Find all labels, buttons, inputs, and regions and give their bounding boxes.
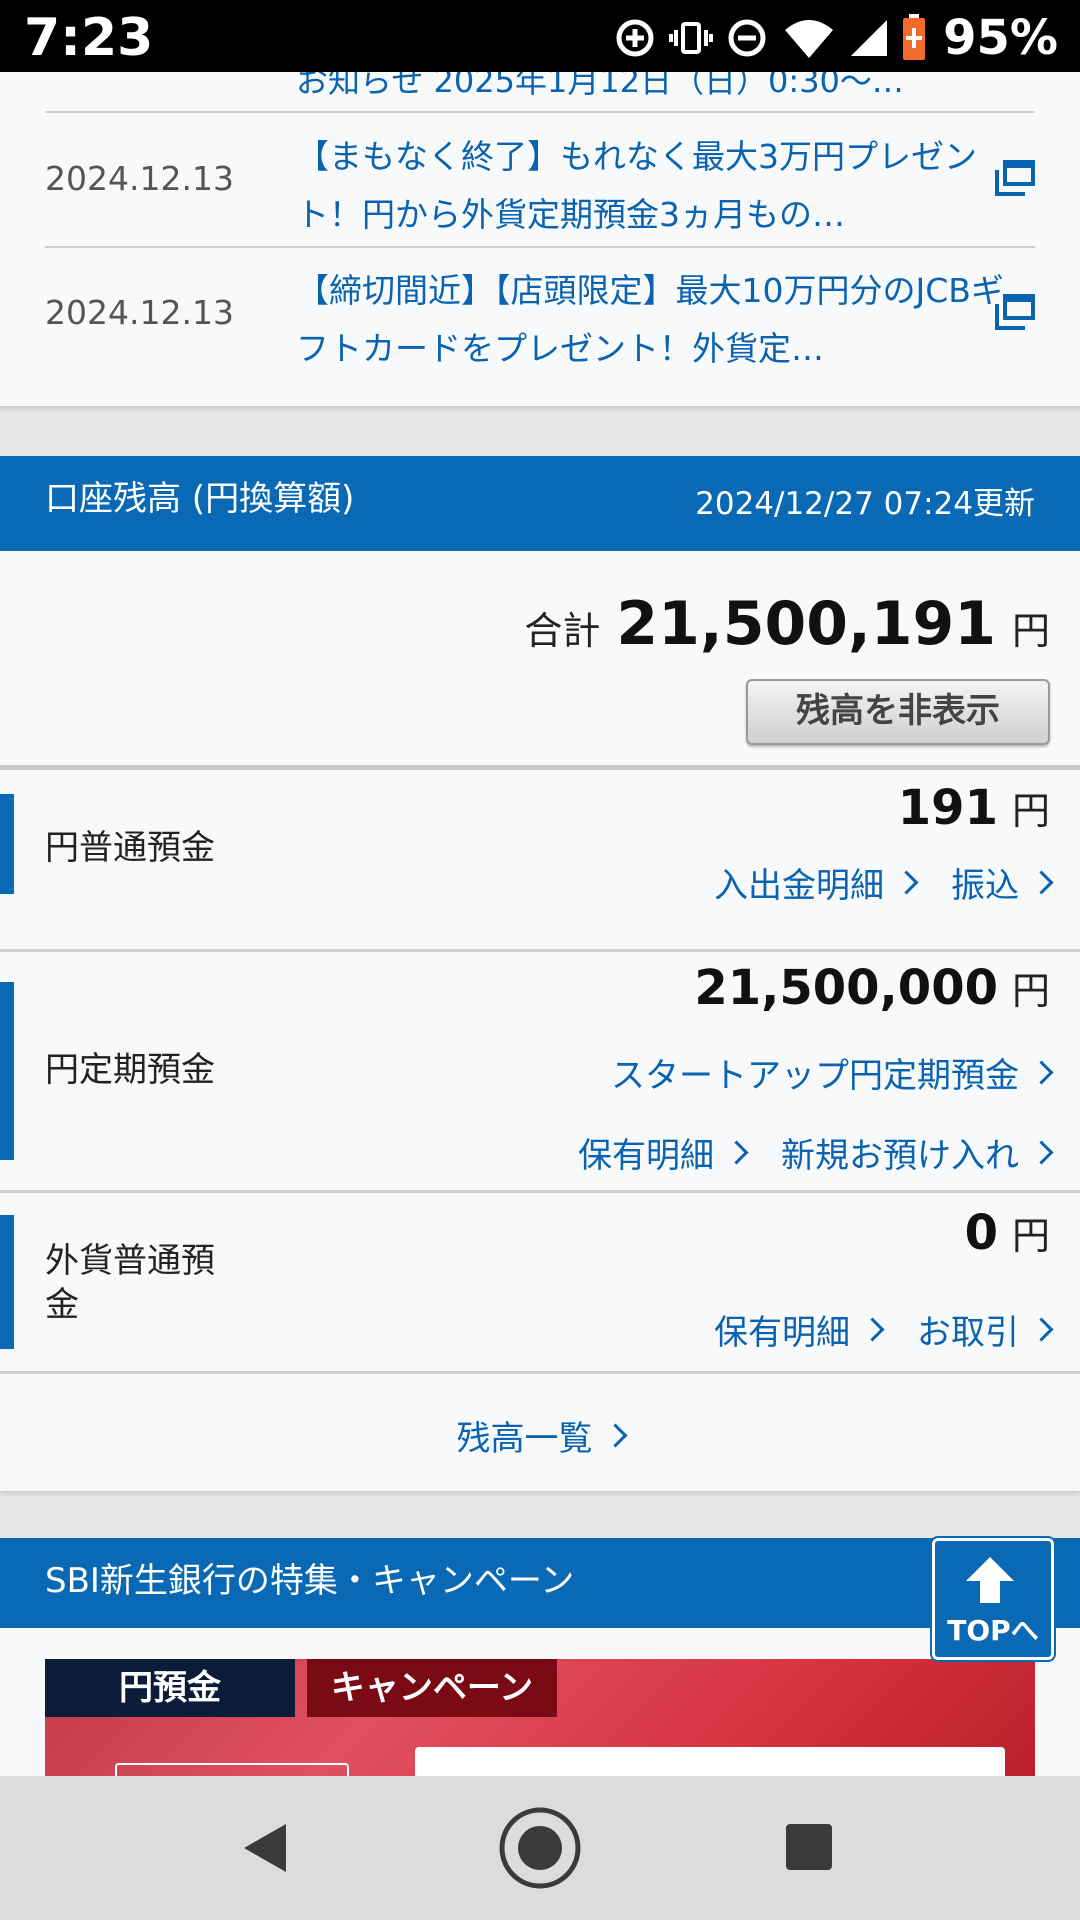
campaign-tag: 円預金 [45, 1659, 295, 1717]
account-accent-bar [0, 794, 14, 894]
do-not-disturb-icon [728, 19, 766, 57]
status-time: 7:23 [24, 8, 154, 68]
vibrate-icon [669, 22, 714, 54]
back-icon[interactable] [236, 1818, 296, 1878]
link-label: お取引 [917, 1313, 1019, 1353]
account-name: 円定期預金 [45, 1050, 215, 1090]
recents-icon[interactable] [784, 1822, 834, 1872]
wifi-icon [783, 20, 834, 58]
account-yen-time-deposit: 円定期預金 21,500,000 円 スタートアップ円定期預金 保有明細 新規お… [0, 952, 1080, 1188]
campaign-tag: キャンペーン [307, 1659, 557, 1717]
account-amount-value: 0 [964, 1205, 998, 1261]
campaign-banner-textbox [415, 1747, 1005, 1777]
account-links: 保有明細 新規お預け入れ [578, 1128, 1054, 1177]
link-label: 入出金明細 [714, 866, 884, 906]
balance-header: 口座残高 (円換算額) 2024/12/27 07:24更新 [0, 456, 1080, 552]
total-balance: 合計 21,500,191 円 [524, 589, 1050, 659]
chevron-right-icon [894, 870, 919, 895]
battery-percent: 95% [943, 10, 1058, 66]
account-amount: 191 円 [898, 780, 1050, 836]
external-window-icon [995, 294, 1035, 330]
account-links: 保有明細 お取引 [714, 1305, 1054, 1354]
link-label: 新規お預け入れ [781, 1136, 1019, 1176]
account-amount-value: 191 [897, 780, 998, 836]
campaign-banner[interactable]: 円預金 キャンペーン [45, 1659, 1035, 1777]
deposit-withdrawal-history-link[interactable]: 入出金明細 [714, 858, 919, 907]
campaign-header: SBI新生銀行の特集・キャンペーン [0, 1538, 1080, 1628]
status-icons: 95% [613, 10, 1058, 66]
link-label: スタートアップ円定期預金 [611, 1056, 1019, 1096]
balance-list-row: 残高一覧 [0, 1411, 1080, 1460]
transaction-link[interactable]: お取引 [917, 1305, 1054, 1354]
chevron-right-icon [1029, 870, 1054, 895]
account-accent-bar [0, 982, 14, 1160]
link-label: 残高一覧 [456, 1419, 593, 1459]
chevron-right-icon [602, 1423, 628, 1448]
account-amount-value: 21,500,000 [694, 960, 998, 1016]
news-date: 2024.12.13 [45, 293, 234, 332]
battery-charging-icon [903, 14, 926, 60]
arrow-up-icon [966, 1557, 1014, 1603]
data-saver-icon [616, 19, 654, 57]
currency-label: 円 [1011, 969, 1050, 1013]
divider [0, 1371, 1080, 1374]
balance-updated-time: 2024/12/27 07:24更新 [695, 486, 1035, 522]
link-label: 保有明細 [578, 1136, 714, 1176]
startup-time-deposit-link[interactable]: スタートアップ円定期預金 [611, 1048, 1054, 1097]
home-icon[interactable] [498, 1806, 582, 1890]
news-title-link[interactable]: 【まもなく終了】もれなく最大3万円プレゼント！円から外貨定期預金3ヵ月もの… [296, 128, 1016, 244]
holdings-detail-link[interactable]: 保有明細 [714, 1305, 885, 1354]
balance-card: 合計 21,500,191 円 残高を非表示 円普通預金 191 円 入出金明細… [0, 551, 1080, 1491]
system-nav-bar [0, 1776, 1080, 1920]
chevron-right-icon [860, 1317, 885, 1342]
cell-signal-icon [851, 20, 888, 56]
chevron-right-icon [724, 1140, 749, 1165]
account-amount: 0 円 [965, 1205, 1050, 1261]
account-name-line: 外貨普通預 [45, 1241, 215, 1281]
chevron-right-icon [1029, 1060, 1054, 1085]
campaign-header-title: SBI新生銀行の特集・キャンペーン [45, 1561, 575, 1601]
account-yen-ordinary: 円普通預金 191 円 入出金明細 振込 [0, 770, 1080, 938]
news-partial-title[interactable]: お知らせ 2025年1月12日（日）0:30～… [296, 72, 946, 102]
back-to-top-button[interactable]: TOPへ [932, 1538, 1054, 1660]
account-amount: 21,500,000 円 [694, 960, 1050, 1016]
account-accent-bar [0, 1215, 14, 1349]
transfer-link[interactable]: 振込 [951, 858, 1054, 907]
link-label: 振込 [951, 866, 1019, 906]
new-deposit-link[interactable]: 新規お預け入れ [781, 1128, 1054, 1177]
account-name: 円普通預金 [45, 828, 215, 868]
divider [45, 111, 1035, 113]
total-label: 合計 [524, 609, 601, 653]
account-links: スタートアップ円定期預金 [611, 1048, 1054, 1097]
holdings-detail-link[interactable]: 保有明細 [578, 1128, 749, 1177]
balance-list-link[interactable]: 残高一覧 [456, 1411, 628, 1460]
campaign-banner-frame [115, 1763, 349, 1777]
status-bar: 7:23 95% [0, 0, 1080, 72]
chevron-right-icon [1029, 1317, 1054, 1342]
account-links: 入出金明細 振込 [714, 858, 1054, 907]
total-amount: 21,500,191 [616, 589, 996, 659]
news-item[interactable]: 2024.12.13 【まもなく終了】もれなく最大3万円プレゼント！円から外貨定… [45, 114, 1035, 244]
link-label: 保有明細 [714, 1313, 850, 1353]
account-name-line: 金 [45, 1285, 79, 1325]
account-foreign-ordinary: 外貨普通預 金 0 円 保有明細 お取引 [0, 1193, 1080, 1375]
news-title-link[interactable]: 【締切間近】【店頭限定】最大10万円分のJCBギフトカードをプレゼント！外貨定… [296, 262, 1016, 378]
external-window-icon [995, 160, 1035, 196]
news-item[interactable]: 2024.12.13 【締切間近】【店頭限定】最大10万円分のJCBギフトカード… [45, 248, 1035, 378]
chevron-right-icon [1029, 1140, 1054, 1165]
currency-label: 円 [1011, 789, 1050, 833]
back-to-top-label: TOPへ [947, 1614, 1039, 1647]
news-card: お知らせ 2025年1月12日（日）0:30～… 2024.12.13 【まもな… [0, 72, 1080, 406]
news-date: 2024.12.13 [45, 159, 234, 198]
currency-label: 円 [1011, 609, 1050, 653]
account-name: 外貨普通預 金 [45, 1239, 215, 1327]
currency-label: 円 [1011, 1214, 1050, 1258]
hide-balance-button[interactable]: 残高を非表示 [746, 679, 1050, 745]
balance-header-title: 口座残高 (円換算額) [45, 479, 355, 519]
